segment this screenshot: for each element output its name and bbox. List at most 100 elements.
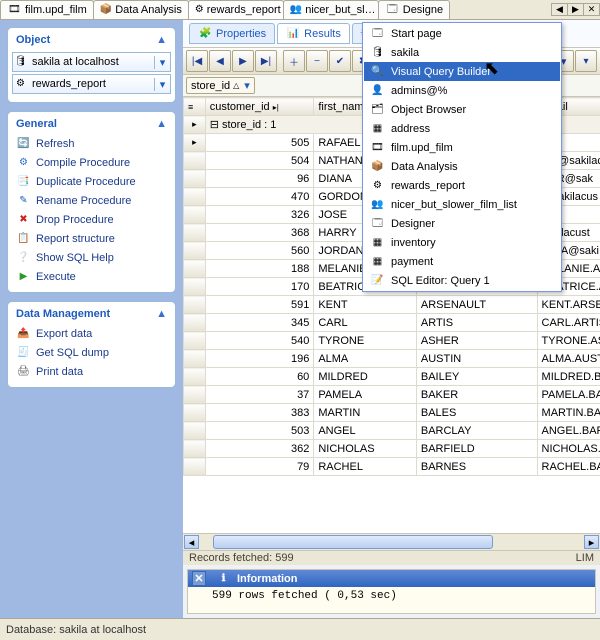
document-tab[interactable]: 🗔Designe xyxy=(378,0,450,19)
action-compile-procedure[interactable]: ⚙Compile Procedure xyxy=(12,153,171,172)
action-execute[interactable]: ▶Execute xyxy=(12,267,171,286)
table-row[interactable]: 503ANGELBARCLAYANGEL.BARCLAY@sakilac xyxy=(184,422,600,440)
table-row[interactable]: 383MARTINBALESMARTIN.BALES@sakilacu xyxy=(184,404,600,422)
cell-customer_id[interactable]: 591 xyxy=(205,296,314,314)
add-record-button[interactable]: ＋ xyxy=(283,50,305,72)
document-tab[interactable]: ⚙rewards_report xyxy=(188,0,284,19)
cell-last_name[interactable]: ASHER xyxy=(416,332,537,350)
cell-first_name[interactable]: CARL xyxy=(314,314,417,332)
table-row[interactable]: 591KENTARSENAULTKENT.ARSENAULT@sakil xyxy=(184,296,600,314)
cell-email[interactable]: ALMA.AUSTIN@sakilacust xyxy=(537,350,600,368)
cell-last_name[interactable]: BARFIELD xyxy=(416,440,537,458)
procedure-selector[interactable]: ⚙ rewards_report ▾ xyxy=(12,74,171,94)
document-tab[interactable]: 📦Data Analysis xyxy=(93,0,189,19)
document-tab[interactable]: 🎞film.upd_film xyxy=(0,0,94,19)
cell-email[interactable]: MILDRED.BAILEY@sakilac xyxy=(537,368,600,386)
tabstrip-right-button[interactable]: ▶ xyxy=(567,3,584,16)
row-gutter[interactable] xyxy=(184,368,206,386)
menu-item-film-upd-film[interactable]: 🎞film.upd_film xyxy=(364,138,560,157)
cell-email[interactable]: RACHEL.BARNES@sakilac xyxy=(537,458,600,476)
menu-item-object-browser[interactable]: 🗂Object Browser xyxy=(364,100,560,119)
cell-customer_id[interactable]: 540 xyxy=(205,332,314,350)
group-dropdown-icon[interactable]: ▾ xyxy=(244,79,250,92)
cell-email[interactable]: NICHOLAS.BARFIELD@sa xyxy=(537,440,600,458)
table-row[interactable]: 196ALMAAUSTINALMA.AUSTIN@sakilacust xyxy=(184,350,600,368)
tab-results[interactable]: 📊 Results xyxy=(277,23,350,44)
row-gutter[interactable] xyxy=(184,386,206,404)
cell-first_name[interactable]: PAMELA xyxy=(314,386,417,404)
table-row[interactable]: 540TYRONEASHERTYRONE.ASHER@sakilacu xyxy=(184,332,600,350)
cell-first_name[interactable]: TYRONE xyxy=(314,332,417,350)
cell-email[interactable]: CARL.ARTIS@sakilacustc xyxy=(537,314,600,332)
action-duplicate-procedure[interactable]: 📑Duplicate Procedure xyxy=(12,172,171,191)
action-show-sql-help[interactable]: ❔Show SQL Help xyxy=(12,248,171,267)
cell-first_name[interactable]: KENT xyxy=(314,296,417,314)
action-refresh[interactable]: 🔄Refresh xyxy=(12,134,171,153)
cell-customer_id[interactable]: 345 xyxy=(205,314,314,332)
cell-customer_id[interactable]: 170 xyxy=(205,278,314,296)
cell-customer_id[interactable]: 368 xyxy=(205,224,314,242)
general-panel-header[interactable]: General ▲ xyxy=(12,116,171,134)
row-gutter[interactable] xyxy=(184,440,206,458)
cell-last_name[interactable]: BALES xyxy=(416,404,537,422)
navigator-dropdown[interactable]: 🗔Start page🛢sakila🔍Visual Query Builder👤… xyxy=(362,22,562,292)
row-gutter[interactable] xyxy=(184,404,206,422)
cell-customer_id[interactable]: 326 xyxy=(205,206,314,224)
menu-item-start-page[interactable]: 🗔Start page xyxy=(364,24,560,43)
cell-email[interactable]: MARTIN.BALES@sakilacu xyxy=(537,404,600,422)
schema-selector[interactable]: 🛢 sakila at localhost ▾ xyxy=(12,52,171,72)
scroll-right-icon[interactable]: ▸ xyxy=(584,535,599,549)
cell-last_name[interactable]: AUSTIN xyxy=(416,350,537,368)
cell-first_name[interactable]: ALMA xyxy=(314,350,417,368)
cell-first_name[interactable]: NICHOLAS xyxy=(314,440,417,458)
menu-item-inventory[interactable]: ▦inventory xyxy=(364,233,560,252)
row-gutter[interactable] xyxy=(184,260,206,278)
row-gutter[interactable] xyxy=(184,224,206,242)
row-gutter[interactable]: ▸ xyxy=(184,134,206,152)
tab-properties[interactable]: 🧩 Properties xyxy=(189,23,275,44)
tabstrip-close-button[interactable]: ✕ xyxy=(583,3,600,16)
cell-last_name[interactable]: BARCLAY xyxy=(416,422,537,440)
menu-item-payment[interactable]: ▦payment xyxy=(364,252,560,271)
object-panel-header[interactable]: Object ▲ xyxy=(12,32,171,50)
menu-item-sakila[interactable]: 🛢sakila xyxy=(364,43,560,62)
row-gutter[interactable] xyxy=(184,332,206,350)
collapse-icon[interactable]: ▲ xyxy=(156,118,167,130)
scroll-thumb[interactable] xyxy=(213,535,493,549)
chevron-down-icon[interactable]: ▾ xyxy=(154,78,170,91)
row-gutter[interactable] xyxy=(184,242,206,260)
menu-item-rewards-report[interactable]: ⚙rewards_report xyxy=(364,176,560,195)
table-row[interactable]: 79RACHELBARNESRACHEL.BARNES@sakilac xyxy=(184,458,600,476)
row-gutter[interactable] xyxy=(184,314,206,332)
action-print-data[interactable]: 🖨Print data xyxy=(12,362,171,381)
menu-item-address[interactable]: ▦address xyxy=(364,119,560,138)
menu-item-data-analysis[interactable]: 📦Data Analysis xyxy=(364,157,560,176)
action-rename-procedure[interactable]: ✎Rename Procedure xyxy=(12,191,171,210)
group-chip[interactable]: store_id △ ▾ xyxy=(186,77,255,94)
column-header-customer_id[interactable]: customer_id ▸| xyxy=(205,98,314,116)
next-record-button[interactable]: ▶ xyxy=(232,50,254,72)
cell-last_name[interactable]: ARSENAULT xyxy=(416,296,537,314)
data-mgmt-header[interactable]: Data Management ▲ xyxy=(12,306,171,324)
action-get-sql-dump[interactable]: 🧾Get SQL dump xyxy=(12,343,171,362)
save-record-button[interactable]: ✔ xyxy=(329,50,351,72)
menu-item-sql-editor-query-1[interactable]: 📝SQL Editor: Query 1 xyxy=(364,271,560,290)
cell-customer_id[interactable]: 188 xyxy=(205,260,314,278)
cell-last_name[interactable]: ARTIS xyxy=(416,314,537,332)
cell-email[interactable]: KENT.ARSENAULT@sakil xyxy=(537,296,600,314)
table-row[interactable]: 37PAMELABAKERPAMELA.BAKER@sakilacu xyxy=(184,386,600,404)
collapse-icon[interactable]: ▲ xyxy=(156,308,167,320)
menu-item-nicer-but-slower-film-list[interactable]: 👥nicer_but_slower_film_list xyxy=(364,195,560,214)
delete-record-button[interactable]: − xyxy=(306,50,328,72)
menu-item-designer[interactable]: 🗔Designer xyxy=(364,214,560,233)
scroll-left-icon[interactable]: ◂ xyxy=(184,535,199,549)
group-toggle[interactable]: ▸ xyxy=(184,116,206,134)
row-gutter[interactable] xyxy=(184,188,206,206)
cell-customer_id[interactable]: 79 xyxy=(205,458,314,476)
cell-first_name[interactable]: MARTIN xyxy=(314,404,417,422)
cell-customer_id[interactable]: 196 xyxy=(205,350,314,368)
document-tab[interactable]: 👥nicer_but_sl… xyxy=(283,0,379,19)
horizontal-scrollbar[interactable]: ◂ ▸ xyxy=(183,533,600,550)
row-gutter[interactable] xyxy=(184,458,206,476)
table-row[interactable]: 345CARLARTISCARL.ARTIS@sakilacustc xyxy=(184,314,600,332)
